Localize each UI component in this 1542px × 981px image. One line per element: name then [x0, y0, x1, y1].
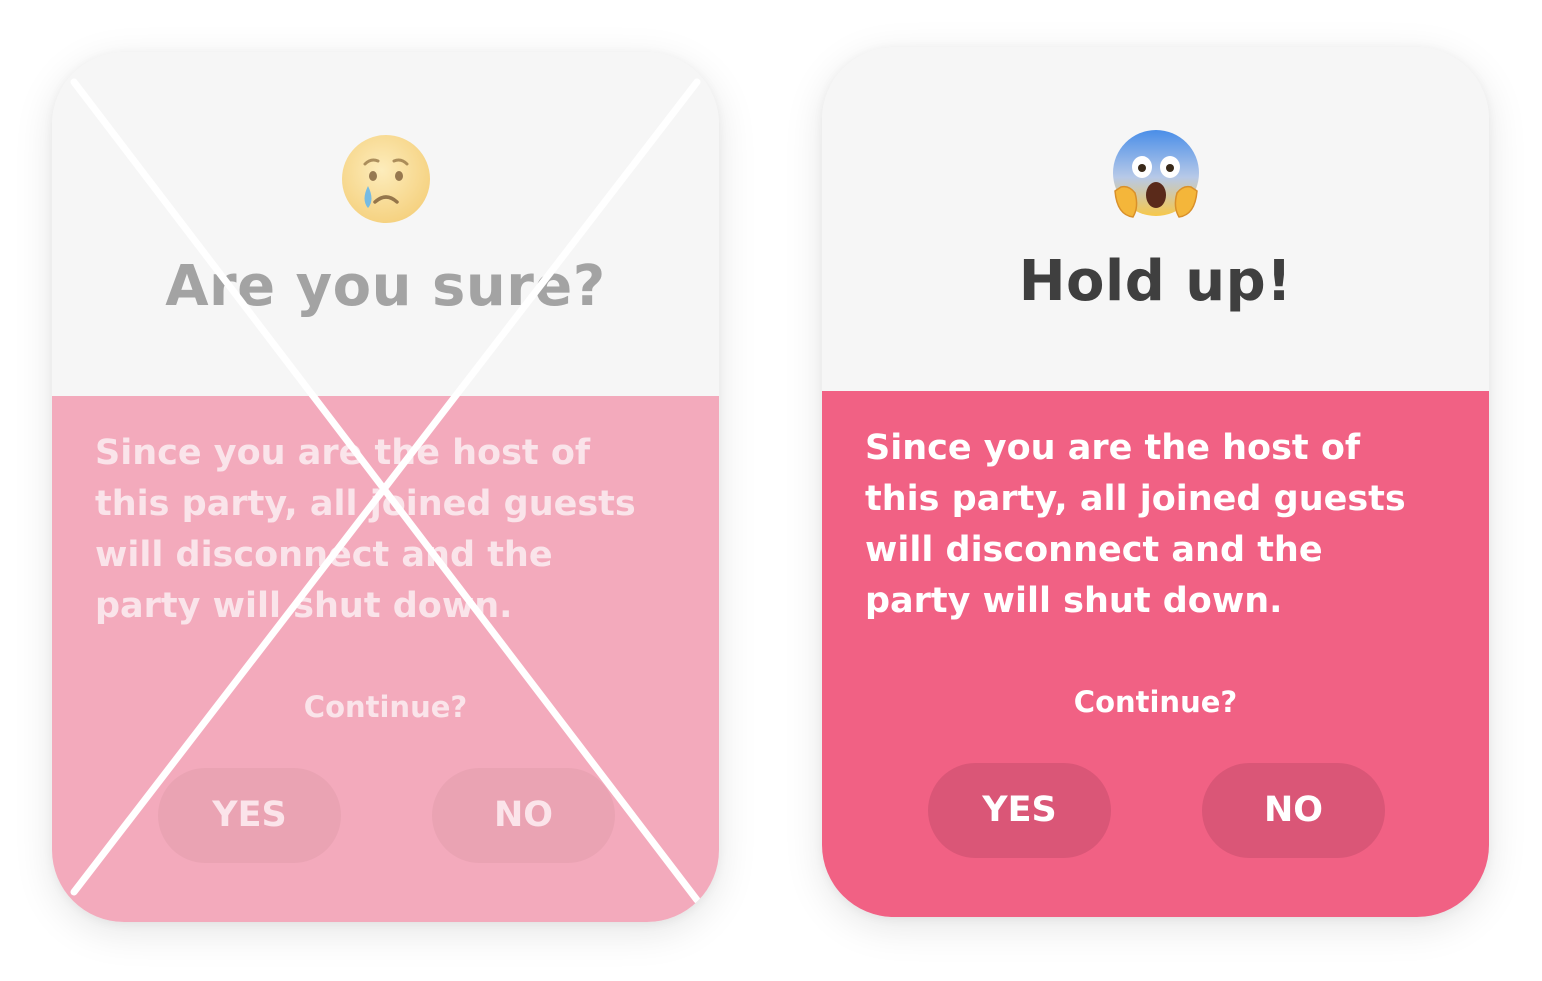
- crying-face-icon: [341, 135, 430, 223]
- dialog-title: Hold up!: [1018, 249, 1293, 314]
- continue-prompt: Continue?: [303, 690, 468, 724]
- no-button[interactable]: NO: [432, 768, 615, 863]
- dialog-header: Hold up!: [822, 47, 1489, 391]
- no-button[interactable]: NO: [1202, 763, 1385, 858]
- approved-dialog-card: Hold up! Since you are the host of this …: [822, 47, 1489, 917]
- face-screaming-in-fear-icon: [1112, 130, 1199, 218]
- comparison-stage: Are you sure? Since you are the host of …: [0, 0, 1542, 981]
- dialog-title: Are you sure?: [165, 254, 606, 319]
- dialog-message: Since you are the host of this party, al…: [865, 428, 1406, 621]
- yes-button[interactable]: YES: [928, 763, 1111, 858]
- dialog-header: Are you sure?: [52, 52, 719, 396]
- dialog-body: Since you are the host of this party, al…: [822, 391, 1489, 917]
- dialog-body: Since you are the host of this party, al…: [52, 396, 719, 922]
- continue-prompt: Continue?: [1073, 685, 1238, 719]
- dialog-message: Since you are the host of this party, al…: [95, 433, 636, 626]
- rejected-dialog-card: Are you sure? Since you are the host of …: [52, 52, 719, 922]
- yes-button[interactable]: YES: [158, 768, 341, 863]
